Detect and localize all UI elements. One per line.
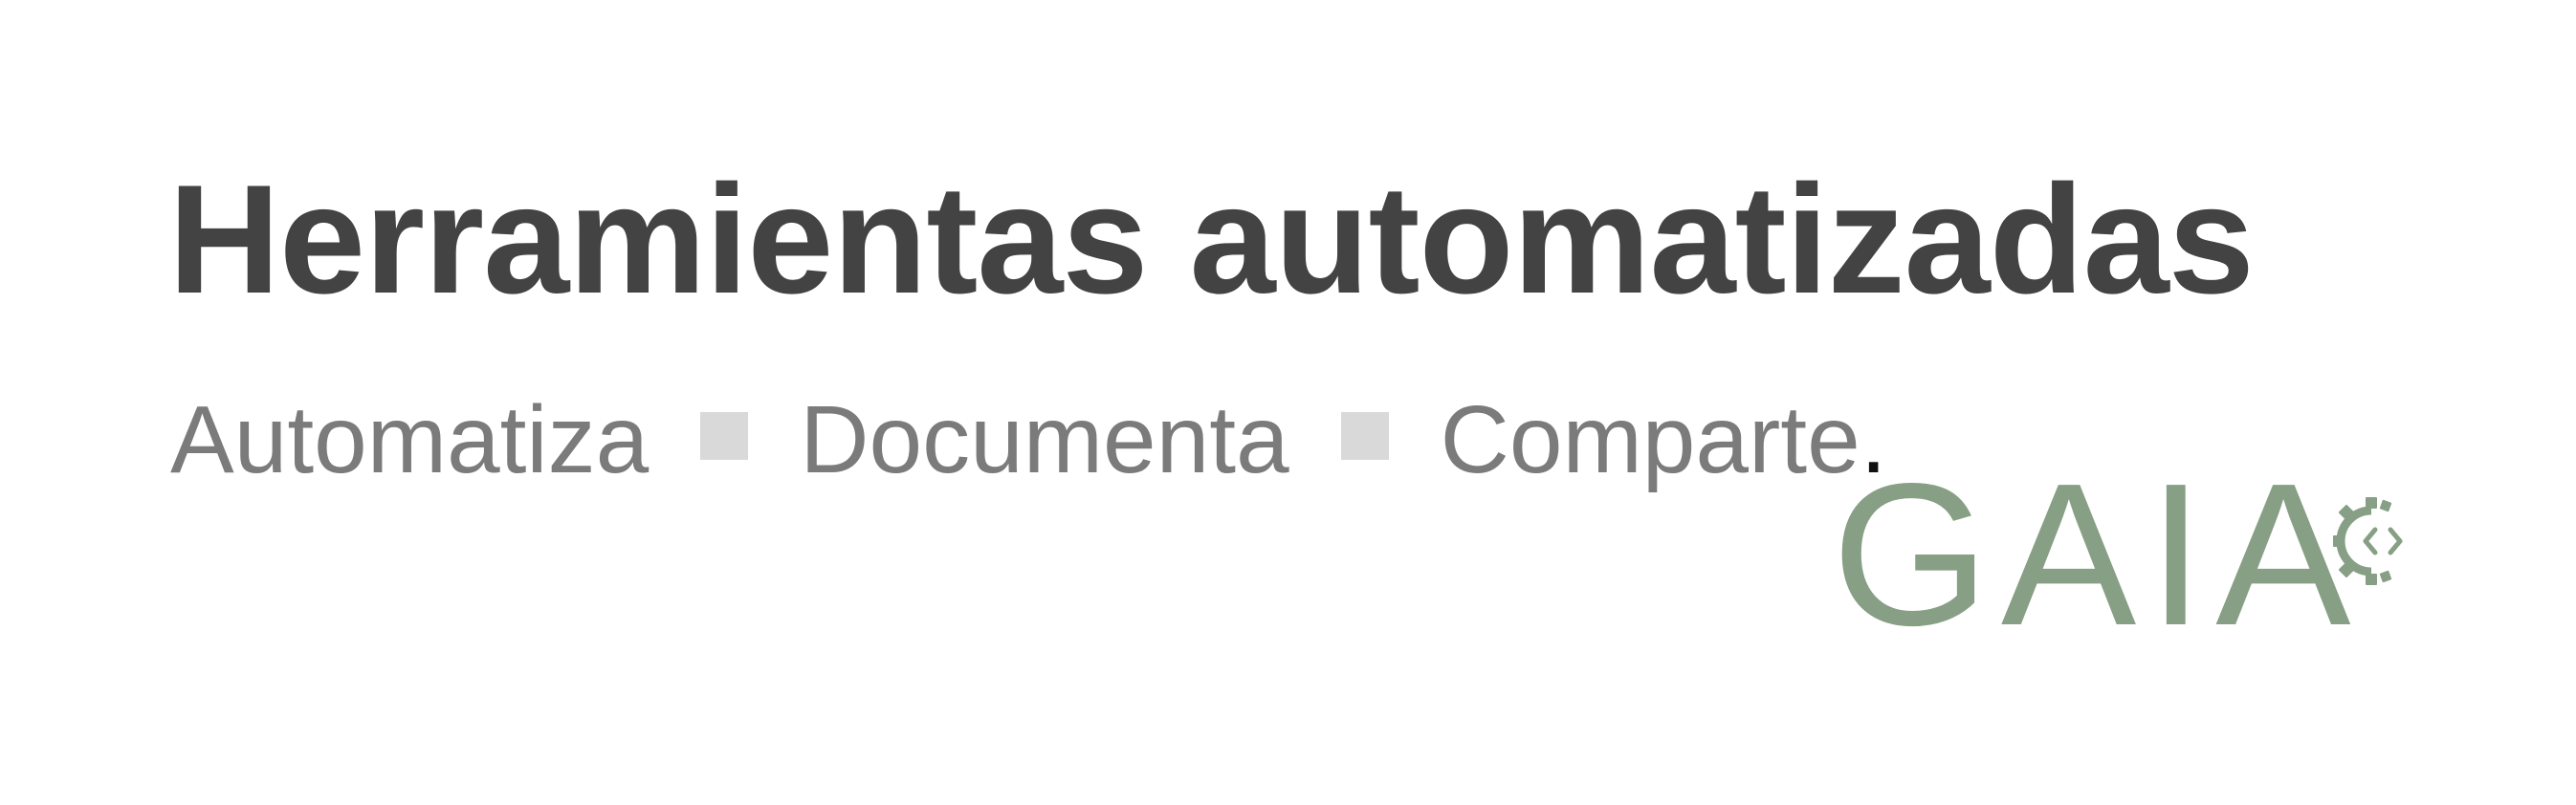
tagline-item-comparte: Comparte — [1440, 386, 1860, 493]
logo-wordmark: GAIA — [1832, 441, 2363, 667]
tagline-item-automatiza: Automatiza — [170, 386, 650, 493]
tagline-item-documenta: Documenta — [800, 386, 1289, 493]
separator-square — [700, 412, 749, 460]
tagline: Automatiza Documenta Comparte. — [170, 387, 1887, 492]
gaia-logo: GAIA — [1832, 453, 2425, 656]
headline: Herramientas automatizadas — [168, 153, 2255, 326]
separator-square — [1340, 412, 1389, 460]
gear-code-icon — [2333, 497, 2403, 585]
